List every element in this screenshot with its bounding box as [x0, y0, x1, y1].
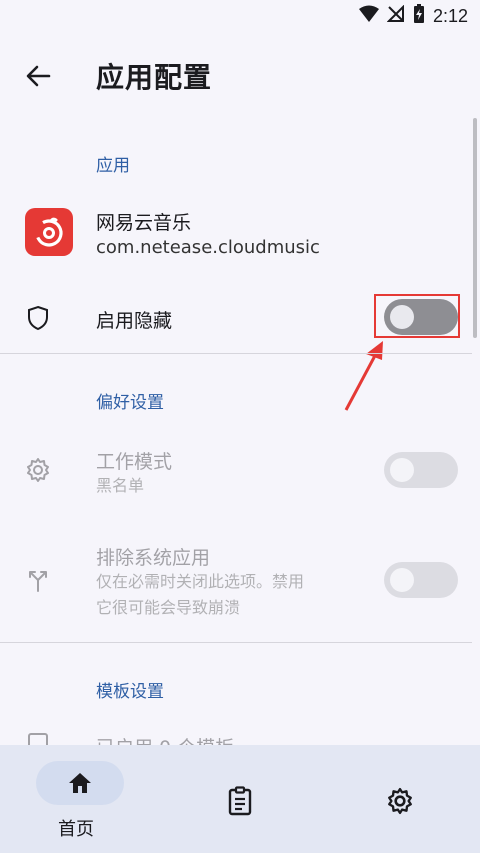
gear-icon — [24, 456, 52, 484]
section-header-templates: 模板设置 — [96, 682, 164, 702]
annotation-arrow-icon — [344, 341, 383, 411]
back-arrow-icon — [26, 65, 51, 87]
enable-hide-label: 启用隐藏 — [96, 310, 173, 332]
nav-home-button[interactable] — [36, 761, 124, 805]
status-bar: 2:12 — [0, 0, 480, 32]
wifi-icon — [358, 5, 379, 27]
app-package: com.netease.cloudmusic — [96, 237, 320, 258]
exclude-system-desc-2: 它很可能会导致崩溃 — [96, 598, 241, 617]
bottom-navigation: 首页 — [0, 745, 480, 853]
settings-gear-icon — [388, 787, 412, 815]
exclude-system-desc-1: 仅在必需时关闭此选项。禁用 — [96, 572, 305, 591]
netease-music-app-icon — [25, 208, 73, 256]
exclude-system-toggle — [384, 562, 458, 598]
clipboard-list-icon — [228, 786, 252, 816]
toggle-knob — [390, 568, 414, 592]
page-title: 应用配置 — [96, 61, 213, 94]
section-header-preferences: 偏好设置 — [96, 393, 164, 413]
toggle-knob — [390, 458, 414, 482]
fork-icon — [24, 566, 52, 594]
no-signal-icon — [386, 4, 405, 27]
work-mode-label: 工作模式 — [96, 451, 173, 473]
shield-icon — [24, 304, 52, 332]
back-button[interactable] — [20, 58, 56, 94]
exclude-system-label: 排除系统应用 — [96, 547, 211, 569]
app-bar: 应用配置 — [0, 40, 480, 112]
app-name: 网易云音乐 — [96, 212, 192, 234]
scrollbar[interactable] — [473, 118, 477, 338]
home-icon — [69, 773, 91, 793]
work-mode-toggle — [384, 452, 458, 488]
status-time: 2:12 — [432, 5, 468, 26]
battery-charging-icon — [413, 4, 425, 28]
work-mode-value: 黑名单 — [96, 476, 145, 495]
highlight-box — [374, 294, 460, 338]
nav-settings-button[interactable] — [384, 785, 416, 817]
nav-logs-button[interactable] — [224, 785, 256, 817]
nav-home-label: 首页 — [58, 819, 94, 840]
section-header-app: 应用 — [96, 156, 130, 176]
divider — [0, 353, 472, 354]
divider — [0, 642, 472, 643]
